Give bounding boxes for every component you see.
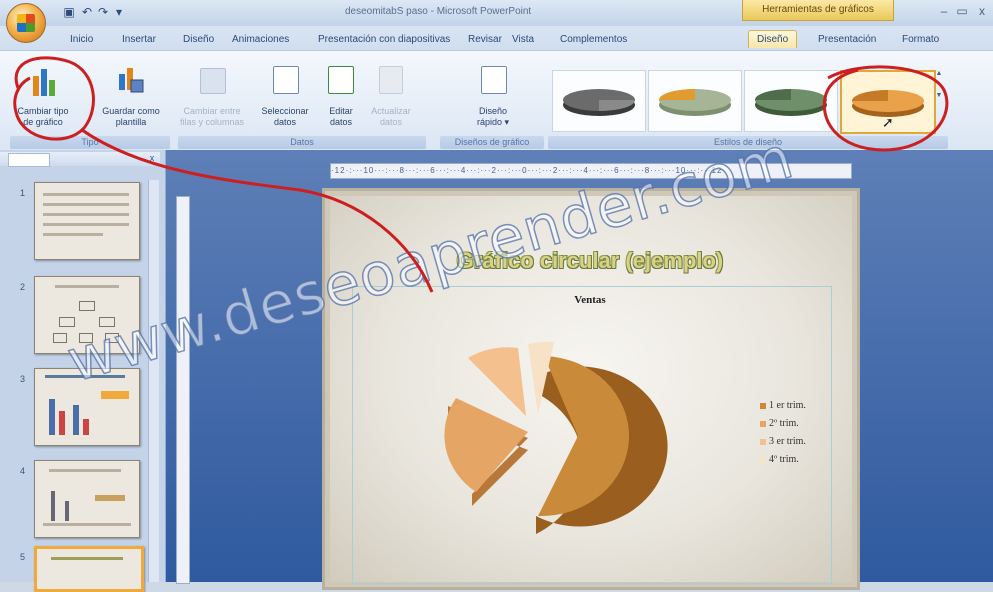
outline-tab[interactable] — [50, 153, 90, 165]
change-chart-type-label-1: Cambiar tipo — [17, 106, 69, 116]
legend-label: 4º trim. — [769, 454, 799, 465]
legend-item: 4º trim. — [760, 454, 799, 465]
contextual-tab-group: Herramientas de gráficos — [742, 0, 894, 21]
legend-label: 1 er trim. — [769, 400, 806, 411]
minimize-button[interactable]: – — [935, 3, 953, 19]
tab-item[interactable]: Insertar — [122, 34, 156, 45]
slide-number: 4 — [20, 466, 26, 476]
tab-item[interactable]: Presentación con diapositivas — [318, 34, 450, 45]
redo-icon[interactable]: ↷ — [96, 5, 110, 19]
legend-swatch — [760, 402, 766, 409]
tab-item[interactable]: Complementos — [560, 34, 627, 45]
select-data-button[interactable]: Seleccionar datos — [255, 62, 315, 128]
tab-item[interactable]: Animaciones — [232, 34, 289, 45]
group-label-datos: Datos — [178, 136, 426, 149]
quick-layout-button[interactable]: Diseño rápido ▾ — [465, 62, 521, 128]
refresh-data-button[interactable]: Actualizar datos — [365, 62, 417, 128]
select-data-label-2: datos — [273, 117, 297, 127]
switch-row-column-label-2: filas y columnas — [179, 117, 245, 127]
undo-icon[interactable]: ↶ — [80, 5, 94, 19]
legend-item: 1 er trim. — [760, 400, 806, 411]
group-label-disenos: Diseños de gráfico — [440, 136, 544, 149]
chart-style-orange-selected[interactable]: ➚ — [840, 70, 936, 134]
tab-item[interactable]: Inicio — [70, 34, 93, 45]
save-as-template-button[interactable]: Guardar como plantilla — [95, 62, 167, 128]
legend-label: 3 er trim. — [769, 436, 806, 447]
slides-tab[interactable] — [8, 153, 50, 167]
select-data-label-1: Seleccionar — [261, 106, 309, 116]
slide-thumbnail-1[interactable] — [34, 182, 140, 260]
slide-number: 2 — [20, 282, 26, 292]
vertical-ruler — [176, 196, 190, 584]
refresh-data-label-1: Actualizar — [371, 106, 411, 116]
tab-item[interactable]: Diseño — [183, 34, 214, 45]
legend-swatch — [760, 420, 766, 427]
pie-style-dark-icon — [563, 89, 635, 116]
switch-rows-columns-icon — [200, 68, 226, 94]
switch-row-column-button[interactable]: Cambiar entre filas y columnas — [180, 62, 244, 128]
gallery-scroll-up[interactable]: ▲ — [934, 70, 944, 90]
office-logo-icon — [17, 14, 35, 32]
legend-item: 3 er trim. — [760, 436, 806, 447]
bar-chart-icon — [33, 69, 55, 96]
pie-style-green-icon — [755, 89, 827, 116]
quick-layout-icon — [481, 66, 507, 94]
refresh-data-label-2: datos — [379, 117, 403, 127]
refresh-data-icon — [379, 66, 403, 94]
switch-row-column-label-1: Cambiar entre — [183, 106, 241, 116]
pie-chart[interactable] — [352, 286, 830, 582]
legend-swatch — [760, 438, 766, 445]
legend-item: 2º trim. — [760, 418, 799, 429]
qat-dropdown-icon[interactable]: ▾ — [112, 5, 126, 19]
close-pane-icon[interactable]: x — [146, 153, 158, 165]
pie-style-orange-icon — [659, 89, 731, 116]
legend-label: 2º trim. — [769, 418, 799, 429]
slide-number: 1 — [20, 188, 26, 198]
select-data-icon — [273, 66, 299, 94]
save-icon[interactable]: ▣ — [62, 5, 76, 19]
edit-data-icon — [328, 66, 354, 94]
legend-swatch — [760, 456, 766, 463]
edit-data-label-2: datos — [329, 117, 353, 127]
tab-active[interactable]: Diseño — [748, 30, 798, 48]
mouse-cursor-icon: ➚ — [882, 114, 894, 130]
save-as-template-label-2: plantilla — [115, 117, 147, 127]
slide-thumbnail-4[interactable] — [34, 460, 140, 538]
save-as-template-label-1: Guardar como — [102, 106, 160, 116]
slide-thumbnail-5-selected[interactable] — [34, 546, 144, 592]
thumbnails-scrollbar[interactable] — [148, 180, 159, 582]
office-button[interactable] — [6, 3, 46, 43]
save-template-icon — [119, 68, 144, 93]
quick-layout-label-1: Diseño — [478, 106, 507, 116]
pie-slice-3 — [468, 347, 526, 416]
pie-slice-2 — [444, 398, 528, 492]
chart-style-dark[interactable] — [552, 70, 646, 132]
close-button[interactable]: x — [973, 3, 991, 19]
restore-button[interactable]: ▭ — [953, 3, 971, 19]
tab-item[interactable]: Vista — [512, 34, 534, 45]
quick-layout-label-2: rápido ▾ — [476, 117, 510, 127]
chart-style-green[interactable] — [744, 70, 838, 132]
group-label-tipo: Tipo — [10, 136, 170, 149]
gallery-scroll-down[interactable]: ▼ — [934, 92, 944, 112]
slide-number: 3 — [20, 374, 26, 384]
tab-item[interactable]: Presentación — [818, 34, 876, 45]
slide-number: 5 — [20, 552, 26, 562]
edit-data-label-1: Editar — [329, 106, 353, 116]
window-title: deseomitabS paso - Microsoft PowerPoint — [345, 6, 532, 17]
change-chart-type-button[interactable]: Cambiar tipo de gráfico — [14, 62, 72, 128]
change-chart-type-label-2: de gráfico — [23, 117, 63, 127]
chart-style-orange-green[interactable] — [648, 70, 742, 132]
edit-data-button[interactable]: Editar datos — [318, 62, 364, 128]
tab-item[interactable]: Revisar — [468, 34, 502, 45]
tab-item[interactable]: Formato — [902, 34, 939, 45]
